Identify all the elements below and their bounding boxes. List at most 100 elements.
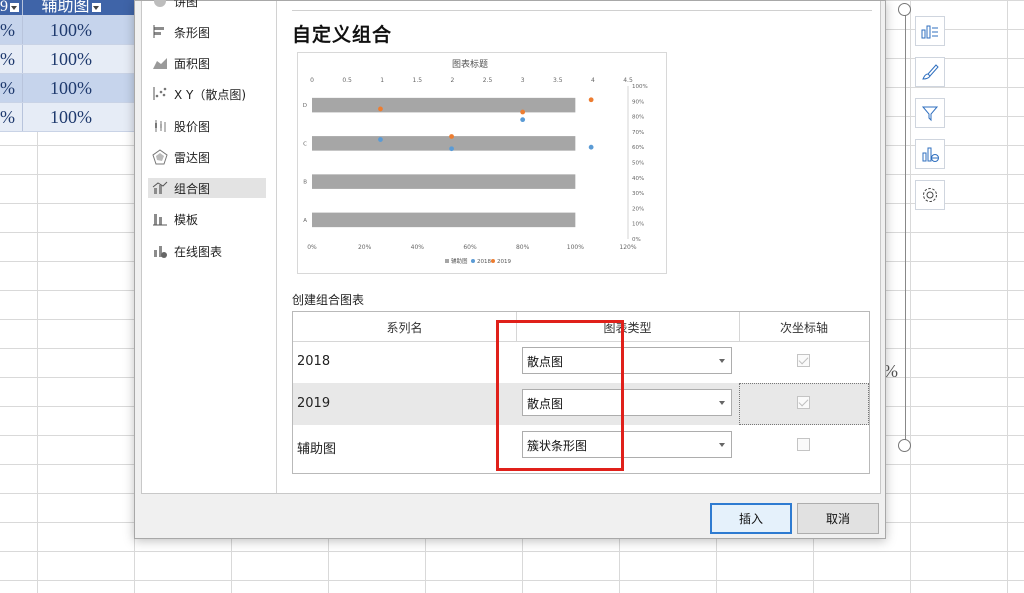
scatter-point — [588, 144, 594, 150]
category-label: A — [303, 218, 307, 224]
x-top-tick-label: 0.5 — [342, 77, 352, 84]
legend-label: 2018 — [477, 259, 491, 265]
table-row: % 100% — [0, 103, 134, 132]
y-right-tick-label: 30% — [632, 191, 644, 197]
chart-type-label: 股价图 — [174, 119, 211, 134]
scatter-point — [449, 146, 454, 152]
chart-type-label: 在线图表 — [174, 244, 223, 259]
x-bottom-tick-label: 80% — [516, 244, 530, 251]
header-cell-b[interactable]: 辅助图 — [22, 0, 119, 15]
series-name: 辅助图 — [297, 442, 337, 457]
y-right-tick-label: 50% — [632, 161, 644, 167]
table-row: % 100% — [0, 45, 134, 74]
series-name: 2018 — [297, 354, 331, 369]
chart-type-bar[interactable]: 条形图 — [148, 22, 266, 42]
chart-type-pie[interactable]: 饼图 — [148, 0, 266, 11]
highlight-box — [496, 320, 624, 471]
chart-type-label: X Y（散点图) — [174, 87, 247, 102]
x-top-tick-label: 4 — [591, 77, 595, 84]
cell[interactable]: 100% — [22, 45, 119, 73]
chart-type-combo[interactable]: 组合图 — [148, 178, 266, 198]
chart-type-radar[interactable]: 雷达图 — [148, 147, 266, 167]
template-icon — [153, 214, 167, 226]
y-right-tick-label: 80% — [632, 115, 644, 121]
x-bottom-tick-label: 40% — [411, 244, 425, 251]
cell[interactable]: 100% — [22, 103, 119, 131]
cell[interactable]: % — [0, 74, 22, 102]
brush-icon — [922, 64, 939, 80]
col-header-series: 系列名 — [386, 321, 423, 335]
secondary-axis-checkbox[interactable] — [797, 438, 810, 451]
cell[interactable]: 100% — [22, 16, 119, 44]
secondary-axis-checkbox[interactable] — [797, 396, 810, 409]
bar-chart-icon — [153, 25, 164, 38]
chart-type-online[interactable]: 在线图表 — [148, 241, 266, 261]
secondary-axis-checkbox[interactable] — [797, 354, 810, 367]
legend-marker — [471, 259, 475, 263]
header-cell-a[interactable]: 9 — [0, 0, 22, 15]
chart-type-template[interactable]: 模板 — [148, 209, 266, 229]
x-bottom-tick-label: 60% — [463, 244, 477, 251]
radar-chart-icon — [152, 149, 168, 165]
category-label: D — [303, 103, 307, 109]
legend-marker — [491, 259, 495, 263]
scatter-chart-icon — [153, 87, 167, 100]
cell[interactable]: % — [0, 45, 22, 73]
chart-type-label: 模板 — [174, 212, 199, 227]
chart-settings-button[interactable] — [915, 180, 945, 210]
chart-preview[interactable]: 图表标题 0 0.5 1 1.5 2 2.5 3 3.5 4 4.5 0% 20% 40% 60% 80% 10… — [297, 52, 667, 274]
y-right-tick-label: 40% — [632, 176, 644, 182]
x-top-tick-label: 0 — [310, 77, 314, 84]
sheet-cells: 9 辅助图 % 100% % 100% % 100% % 100% — [0, 0, 134, 132]
section-title: 自定义组合 — [292, 24, 393, 46]
insert-button[interactable]: 插入 — [710, 503, 792, 534]
chart-type-label: 条形图 — [174, 25, 211, 40]
x-top-tick-label: 1 — [380, 77, 384, 84]
col-header-secondary-axis: 次坐标轴 — [779, 321, 828, 335]
combo-label: 创建组合图表 — [292, 293, 365, 307]
cell[interactable]: % — [0, 16, 22, 44]
filter-dropdown-icon[interactable] — [10, 2, 19, 12]
cancel-button[interactable]: 取消 — [797, 503, 879, 534]
filter-dropdown-icon[interactable] — [91, 2, 101, 12]
x-top-tick-label: 2.5 — [483, 77, 493, 84]
scatter-point — [449, 134, 454, 139]
category-label: B — [303, 180, 307, 186]
chart-type-scatter[interactable]: X Y（散点图) — [148, 84, 266, 104]
area-chart-icon — [153, 58, 167, 69]
scatter-point — [588, 97, 594, 103]
chevron-down-icon — [719, 359, 725, 363]
online-chart-button[interactable] — [915, 139, 945, 169]
cell[interactable]: 100% — [22, 74, 119, 102]
resize-handle[interactable] — [898, 3, 911, 16]
online-chart-icon — [154, 246, 167, 258]
x-bottom-tick-label: 100% — [567, 244, 584, 251]
combo-chart-icon — [152, 181, 168, 194]
bar — [312, 212, 576, 228]
scatter-point — [520, 117, 526, 123]
chart-type-stock[interactable]: 股价图 — [148, 116, 266, 136]
y-right-tick-label: 20% — [632, 206, 644, 212]
category-label: C — [303, 141, 307, 147]
cell[interactable]: % — [0, 103, 22, 131]
pie-chart-icon — [154, 0, 166, 7]
online-chart-icon — [922, 147, 939, 162]
chevron-down-icon — [719, 401, 725, 405]
x-top-tick-label: 3.5 — [553, 77, 563, 84]
chart-elements-button[interactable] — [915, 16, 945, 46]
chart-type-list: 饼图 条形图 面积图 X Y（散点图) 股价图 雷达图 组合图 模板 在线图表 — [142, 0, 277, 493]
chart-style-button[interactable] — [915, 57, 945, 87]
bar — [312, 97, 576, 113]
chart-type-label: 组合图 — [174, 181, 211, 196]
scatter-point — [378, 137, 383, 142]
chart-title: 图表标题 — [452, 58, 488, 70]
chart-type-label: 雷达图 — [174, 150, 211, 165]
chart-type-area[interactable]: 面积图 — [148, 53, 266, 73]
legend-label: 2019 — [497, 259, 511, 265]
chart-filter-button[interactable] — [915, 98, 945, 128]
divider — [292, 10, 872, 11]
resize-handle[interactable] — [898, 439, 911, 452]
scatter-point — [378, 106, 383, 112]
bar — [312, 174, 576, 189]
gear-icon — [923, 188, 937, 202]
